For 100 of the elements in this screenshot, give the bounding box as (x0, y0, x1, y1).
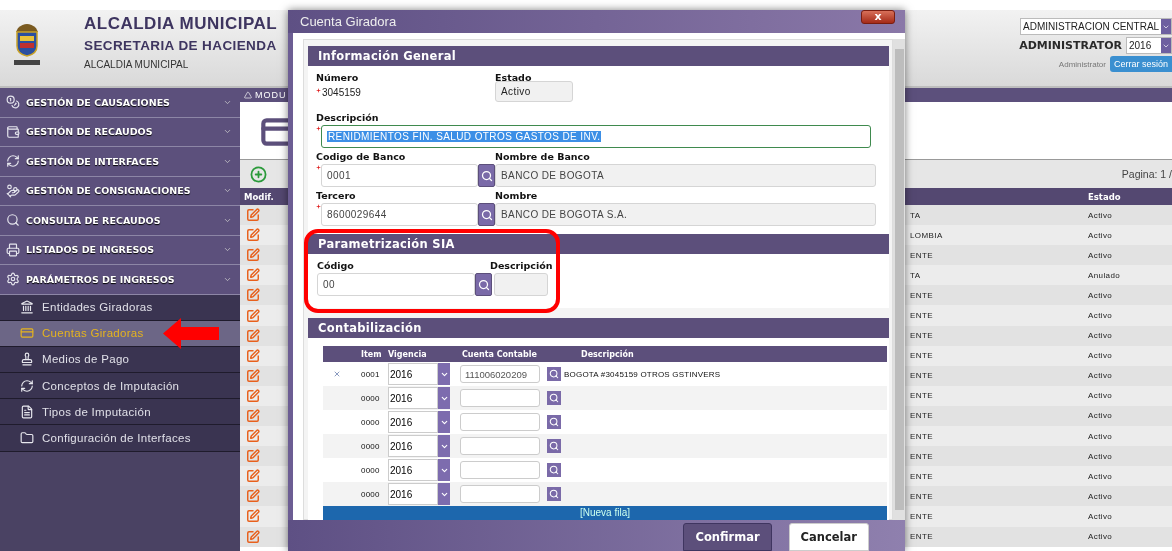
table-cell-text: ENTE (910, 491, 934, 501)
edit-icon[interactable] (246, 509, 260, 524)
year-select[interactable]: 2016 (388, 459, 438, 481)
edit-icon[interactable] (246, 388, 260, 403)
user-role: Administrator (1058, 59, 1106, 69)
table-cell-text: ENTE (910, 411, 934, 421)
caret-icon[interactable] (438, 435, 450, 457)
search-button[interactable] (475, 273, 492, 296)
scrollbar[interactable] (893, 39, 905, 520)
folder-icon (20, 431, 34, 446)
table-cell-text: Activo (1087, 371, 1114, 381)
year-select[interactable]: 2016 (388, 483, 438, 505)
sidebar-submenu-item[interactable]: Medios de Pago (0, 346, 240, 374)
field-label: Descripción (490, 260, 553, 273)
caret-icon[interactable] (438, 411, 450, 433)
account-field[interactable]: 111006020209 (460, 365, 540, 383)
edit-icon[interactable] (246, 328, 260, 343)
sidebar-submenu-item[interactable]: Tipos de Imputación (0, 399, 240, 426)
edit-icon[interactable] (246, 368, 260, 383)
item-number: 0000 (361, 393, 381, 403)
year-select[interactable]: 2016 (388, 363, 438, 385)
sidebar-submenu-item[interactable]: Entidades Giradoras (0, 294, 240, 321)
edit-icon[interactable] (246, 248, 260, 263)
arrow-icon (163, 318, 219, 349)
edit-icon[interactable] (246, 228, 260, 243)
search-button[interactable] (547, 367, 561, 381)
add-icon[interactable] (250, 165, 267, 183)
breadcrumb-text: MODU (255, 90, 287, 100)
delete-icon[interactable] (333, 370, 341, 378)
edit-icon[interactable] (246, 308, 260, 323)
table-cell-text: ENTE (910, 532, 934, 542)
printer-icon (6, 242, 20, 257)
add-row-button[interactable]: [Nueva fila] (323, 506, 887, 520)
table-cell-text: ENTE (910, 351, 934, 361)
edit-icon[interactable] (246, 489, 260, 504)
table-cell-text: Anulado (1087, 270, 1122, 280)
edit-icon[interactable] (246, 429, 260, 444)
account-field[interactable] (460, 485, 540, 503)
user-name: ADMINISTRATOR (1019, 39, 1122, 52)
bank-name-field[interactable]: BANCO DE BOGOTA (495, 164, 876, 187)
table-cell-text: Activo (1087, 230, 1114, 240)
search-button[interactable] (547, 415, 561, 429)
sidebar-menu-item[interactable]: CONSULTA DE RECAUDOS (0, 206, 240, 236)
sidebar-menu-item[interactable]: PARÁMETROS DE INGRESOS (0, 265, 240, 295)
account-field[interactable] (460, 413, 540, 431)
cancel-button[interactable]: Cancelar (788, 523, 869, 551)
edit-icon[interactable] (246, 449, 260, 464)
wallet-icon (6, 124, 20, 139)
search-button[interactable] (547, 439, 561, 453)
sidebar-menu-item[interactable]: GESTIÓN DE INTERFACES (0, 147, 240, 177)
table-cell-text: ENTE (910, 471, 934, 481)
search-button[interactable] (478, 164, 495, 187)
header-subtitle: SECRETARIA DE HACIENDA (84, 38, 278, 53)
sidebar-menu-item[interactable]: LISTADOS DE INGRESOS (0, 235, 240, 265)
year-select[interactable]: 2016 (388, 435, 438, 457)
search-icon (549, 417, 559, 427)
confirm-button[interactable]: Confirmar (683, 523, 772, 551)
edit-icon[interactable] (246, 208, 260, 223)
third-party-field[interactable]: 8600029644 (321, 203, 478, 226)
caret-icon[interactable] (438, 363, 450, 385)
search-button[interactable] (547, 391, 561, 405)
year-select[interactable]: 2016 (388, 387, 438, 409)
caret-icon (1161, 19, 1171, 34)
search-button[interactable] (478, 203, 495, 226)
table-cell-text: ENTE (910, 511, 934, 521)
sidebar-submenu-item[interactable]: Conceptos de Imputación (0, 373, 240, 400)
sidebar-menu-item[interactable]: GESTIÓN DE CONSIGNACIONES (0, 176, 240, 206)
dialog-title: Cuenta Giradora (300, 14, 397, 29)
sidebar-menu-item[interactable]: GESTIÓN DE CAUSACIONES (0, 88, 240, 118)
edit-icon[interactable] (246, 288, 260, 303)
caret-icon[interactable] (438, 459, 450, 481)
account-field[interactable] (460, 437, 540, 455)
bank-code-field[interactable]: 0001 (321, 164, 478, 187)
edit-icon[interactable] (246, 469, 260, 484)
search-button[interactable] (547, 463, 561, 477)
field-label: Descripción (316, 112, 380, 125)
table-cell-text: ENTE (910, 311, 934, 320)
code-field[interactable]: 00 (317, 273, 475, 296)
caret-icon[interactable] (438, 387, 450, 409)
year-select[interactable]: 2016 (388, 411, 438, 433)
account-field[interactable] (460, 389, 540, 407)
year-select[interactable]: 2016 (1126, 37, 1172, 54)
search-button[interactable] (547, 487, 561, 501)
third-party-name-field[interactable]: BANCO DE BOGOTA S.A. (495, 203, 876, 226)
section-header: Información General (308, 46, 889, 66)
close-button[interactable]: x (861, 9, 895, 24)
table-cell-text: Activo (1087, 491, 1114, 501)
sidebar-submenu-item[interactable]: Configuración de Interfaces (0, 425, 240, 452)
document-icon (20, 404, 34, 419)
entity-select[interactable]: ADMINISTRACION CENTRAL (1020, 18, 1172, 35)
credit-card-icon (20, 326, 34, 341)
description-field (494, 273, 548, 296)
caret-icon[interactable] (438, 483, 450, 505)
sidebar-menu-item[interactable]: GESTIÓN DE RECAUDOS (0, 117, 240, 147)
account-field[interactable] (460, 461, 540, 479)
edit-icon[interactable] (246, 529, 260, 544)
edit-icon[interactable] (246, 348, 260, 363)
edit-icon[interactable] (246, 268, 260, 283)
search-icon (480, 169, 493, 182)
edit-icon[interactable] (246, 409, 260, 423)
